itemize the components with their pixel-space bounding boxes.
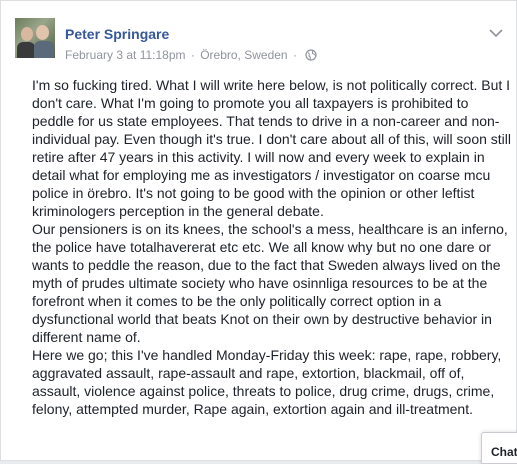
meta-separator: · (190, 47, 195, 62)
chat-label: Chat (491, 445, 517, 459)
chevron-down-icon[interactable] (488, 27, 504, 39)
post-body: I'm so fucking tired. What I will write … (32, 76, 512, 418)
post-timestamp[interactable]: February 3 at 11:18pm (65, 48, 186, 62)
post-meta: February 3 at 11:18pm · Örebro, Sweden · (65, 47, 317, 62)
globe-icon[interactable] (305, 49, 317, 61)
post-paragraph: Our pensioners is on its knees, the scho… (32, 221, 508, 345)
post-card: Peter Springare February 3 at 11:18pm · … (0, 0, 517, 461)
meta-separator-2: · (292, 47, 297, 62)
author-name[interactable]: Peter Springare (65, 26, 169, 42)
avatar[interactable] (15, 18, 55, 58)
post-paragraph: Here we go; this I've handled Monday-Fri… (32, 347, 502, 417)
post-paragraph: I'm so fucking tired. What I will write … (32, 77, 512, 219)
chat-tab[interactable]: Chat (481, 432, 517, 464)
post-location[interactable]: Örebro, Sweden (200, 48, 287, 62)
